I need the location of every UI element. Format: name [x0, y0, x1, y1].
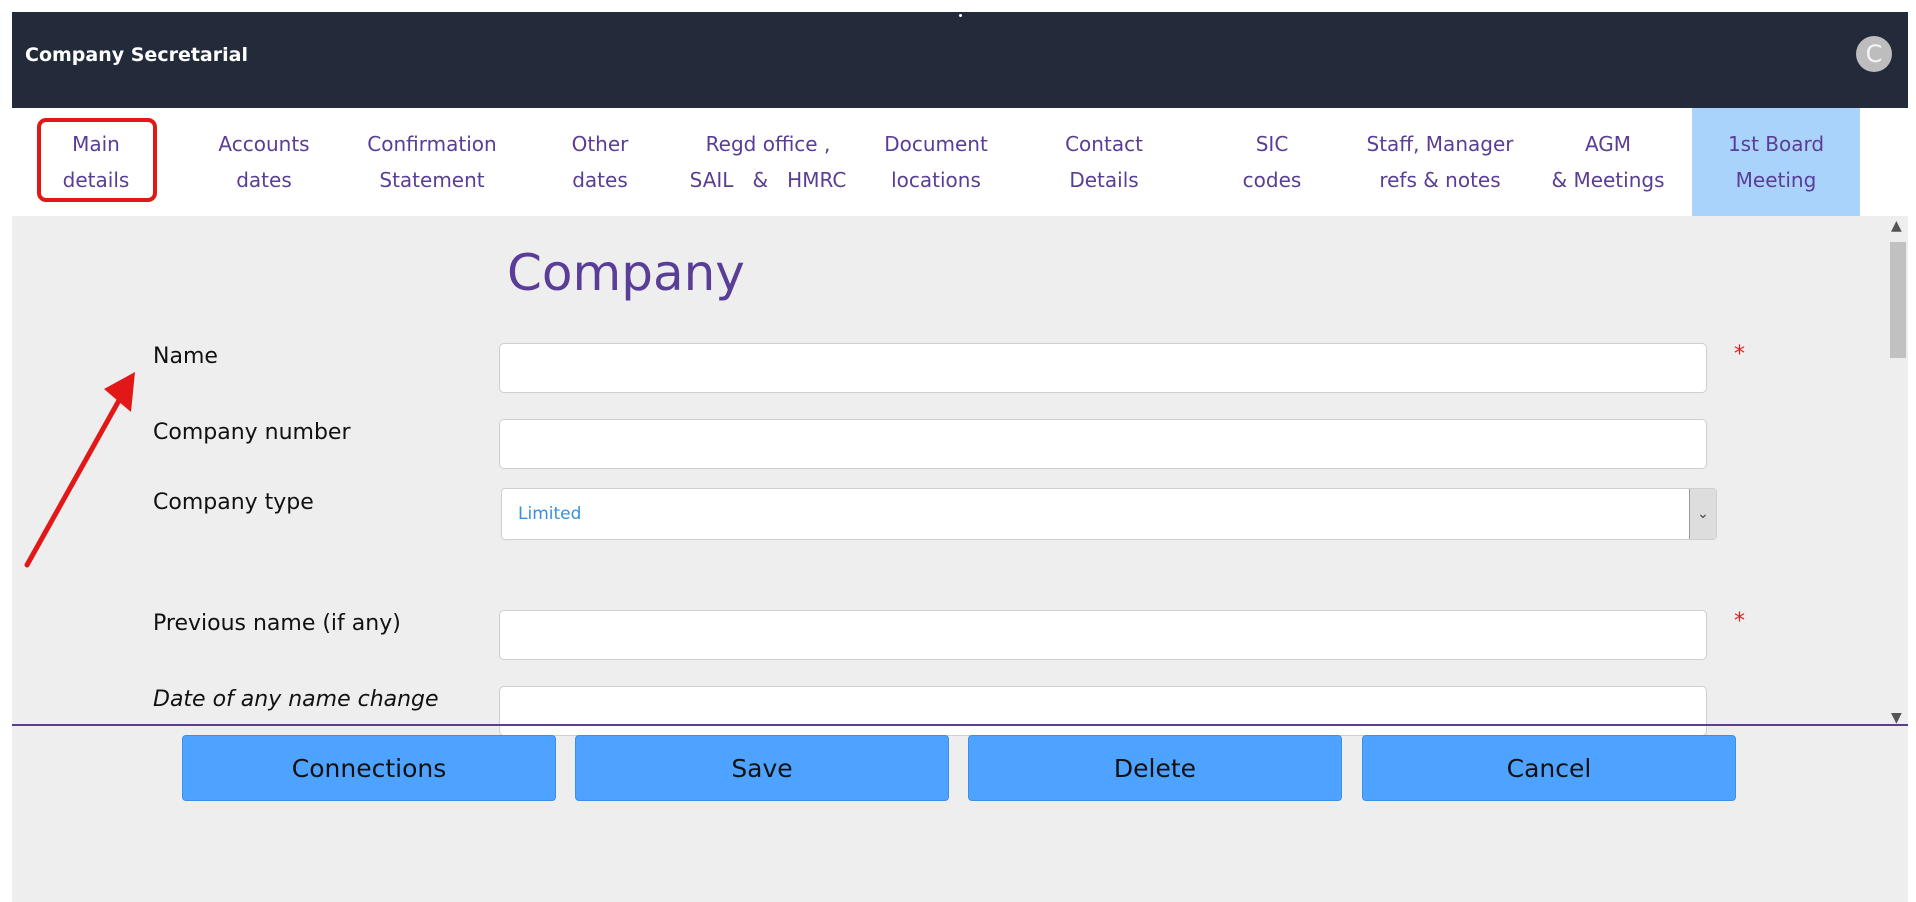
company-type-value: Limited [518, 504, 582, 524]
tab-label-line1: Document [884, 132, 988, 156]
tab-document-locations[interactable]: Document locations [852, 108, 1020, 216]
tab-label-line2: dates [572, 168, 628, 192]
company-type-select[interactable]: Limited ⌄ [501, 488, 1717, 540]
scrollbar-thumb[interactable] [1890, 242, 1906, 358]
tab-label-line1: Confirmation [367, 132, 497, 156]
tab-label-line1: Accounts [218, 132, 310, 156]
tab-label-line2: Details [1069, 168, 1139, 192]
name-change-date-input[interactable] [499, 686, 1707, 736]
form-area: Company Name * Company number Company ty… [12, 216, 1908, 736]
tab-regd-office[interactable]: Regd office , SAIL & HMRC [684, 108, 852, 216]
tab-label-line1: Other [571, 132, 629, 156]
top-bar: Company Secretarial C [12, 12, 1908, 108]
tab-agm-meetings[interactable]: AGM & Meetings [1524, 108, 1692, 216]
tab-label-line1: Main [72, 132, 120, 156]
tab-staff-manager[interactable]: Staff, Manager refs & notes [1356, 108, 1524, 216]
tab-accounts-dates[interactable]: Accounts dates [180, 108, 348, 216]
save-button[interactable]: Save [575, 735, 949, 801]
company-number-label: Company number [153, 420, 351, 445]
tab-sic-codes[interactable]: SIC codes [1188, 108, 1356, 216]
name-label: Name [153, 344, 218, 369]
tab-confirmation-statement[interactable]: Confirmation Statement [348, 108, 516, 216]
tab-label-line2: Statement [379, 168, 485, 192]
form-heading: Company [507, 244, 745, 302]
tab-1st-board-meeting[interactable]: 1st Board Meeting [1692, 108, 1860, 216]
tab-label-line1: 1st Board [1727, 132, 1825, 156]
tab-label-line2: refs & notes [1379, 168, 1501, 192]
tab-label-line2: details [62, 168, 130, 192]
separator-dot [959, 14, 962, 17]
tab-label-line2: SAIL & HMRC [689, 168, 847, 192]
tab-label-line1: SIC [1255, 132, 1289, 156]
tab-label-line1: Regd office , [705, 132, 831, 156]
connections-button[interactable]: Connections [182, 735, 556, 801]
app-title: Company Secretarial [25, 44, 248, 66]
tab-main-details[interactable]: Main details [12, 108, 180, 216]
tab-label-line2: & Meetings [1551, 168, 1665, 192]
previous-name-input[interactable] [499, 610, 1707, 660]
chevron-up-icon[interactable]: ▲ [1891, 218, 1902, 234]
required-marker: * [1734, 342, 1745, 367]
vertical-scrollbar[interactable]: ▲ ▼ [1888, 216, 1908, 736]
company-number-input[interactable] [499, 419, 1707, 469]
tab-label-line2: locations [891, 168, 981, 192]
avatar-icon[interactable]: C [1856, 36, 1892, 72]
tab-label-line1: Staff, Manager [1366, 132, 1514, 156]
chevron-down-icon[interactable]: ⌄ [1689, 489, 1716, 539]
tab-label-line2: dates [236, 168, 292, 192]
app-window: Company Secretarial C Main details Accoun… [12, 12, 1908, 902]
company-type-label: Company type [153, 490, 314, 515]
required-marker: * [1734, 609, 1745, 634]
footer-divider [12, 724, 1908, 726]
name-input[interactable] [499, 343, 1707, 393]
tab-bar: Main details Accounts dates Confirmation St… [12, 108, 1908, 216]
tab-label-line1: Contact [1065, 132, 1143, 156]
tab-label-line1: AGM [1584, 132, 1632, 156]
tab-label-line2: codes [1242, 168, 1302, 192]
tab-label-line2: Meeting [1735, 168, 1817, 192]
tab-other-dates[interactable]: Other dates [516, 108, 684, 216]
previous-name-label: Previous name (if any) [153, 611, 401, 636]
name-change-date-label: Date of any name change [153, 687, 439, 712]
tab-contact-details[interactable]: Contact Details [1020, 108, 1188, 216]
delete-button[interactable]: Delete [968, 735, 1342, 801]
cancel-button[interactable]: Cancel [1362, 735, 1736, 801]
